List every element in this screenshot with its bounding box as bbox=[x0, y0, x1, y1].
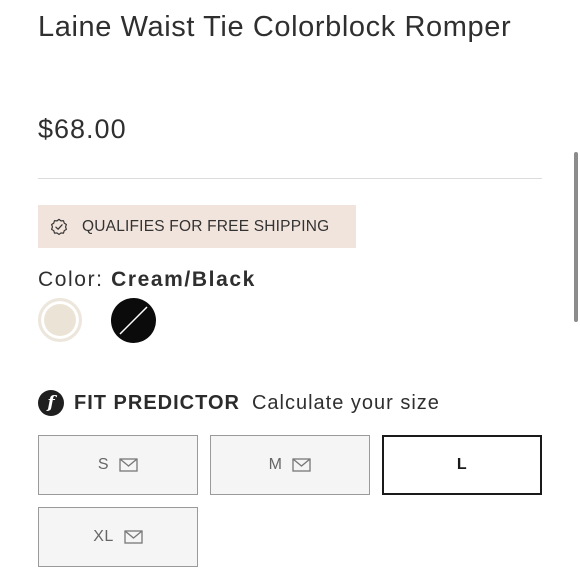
fit-predictor-label: FIT PREDICTOR bbox=[74, 391, 240, 414]
size-button-xl[interactable]: XL bbox=[38, 507, 198, 567]
size-label: XL bbox=[93, 528, 114, 545]
unavailable-slash-icon bbox=[119, 306, 148, 335]
swatch-cream[interactable] bbox=[38, 298, 82, 342]
scrollbar[interactable] bbox=[574, 152, 578, 322]
mail-icon bbox=[124, 530, 143, 544]
fit-predictor-logo-icon: f bbox=[38, 390, 64, 416]
size-button-s[interactable]: S bbox=[38, 435, 198, 495]
divider bbox=[38, 178, 542, 179]
mail-icon bbox=[119, 458, 138, 472]
calculate-size-link[interactable]: Calculate your size bbox=[252, 392, 440, 415]
mail-icon bbox=[292, 458, 312, 472]
swatch-black[interactable] bbox=[111, 298, 156, 343]
size-button-l[interactable]: L bbox=[382, 435, 542, 495]
badge-check-icon bbox=[50, 218, 68, 236]
product-price: $68.00 bbox=[38, 114, 127, 144]
product-title: Laine Waist Tie Colorblock Romper bbox=[38, 11, 512, 43]
free-shipping-text: QUALIFIES FOR FREE SHIPPING bbox=[82, 217, 330, 235]
size-label: S bbox=[97, 456, 110, 473]
size-button-m[interactable]: M bbox=[210, 435, 370, 495]
color-label: Color: bbox=[38, 268, 104, 291]
color-value: Cream/Black bbox=[111, 268, 256, 291]
size-label: M bbox=[268, 456, 283, 473]
size-label: L bbox=[456, 456, 468, 473]
fit-predictor-row[interactable]: f FIT PREDICTOR Calculate your size bbox=[38, 389, 440, 417]
color-selection-label: Color: Cream/Black bbox=[38, 268, 256, 292]
free-shipping-badge: QUALIFIES FOR FREE SHIPPING bbox=[38, 205, 356, 248]
